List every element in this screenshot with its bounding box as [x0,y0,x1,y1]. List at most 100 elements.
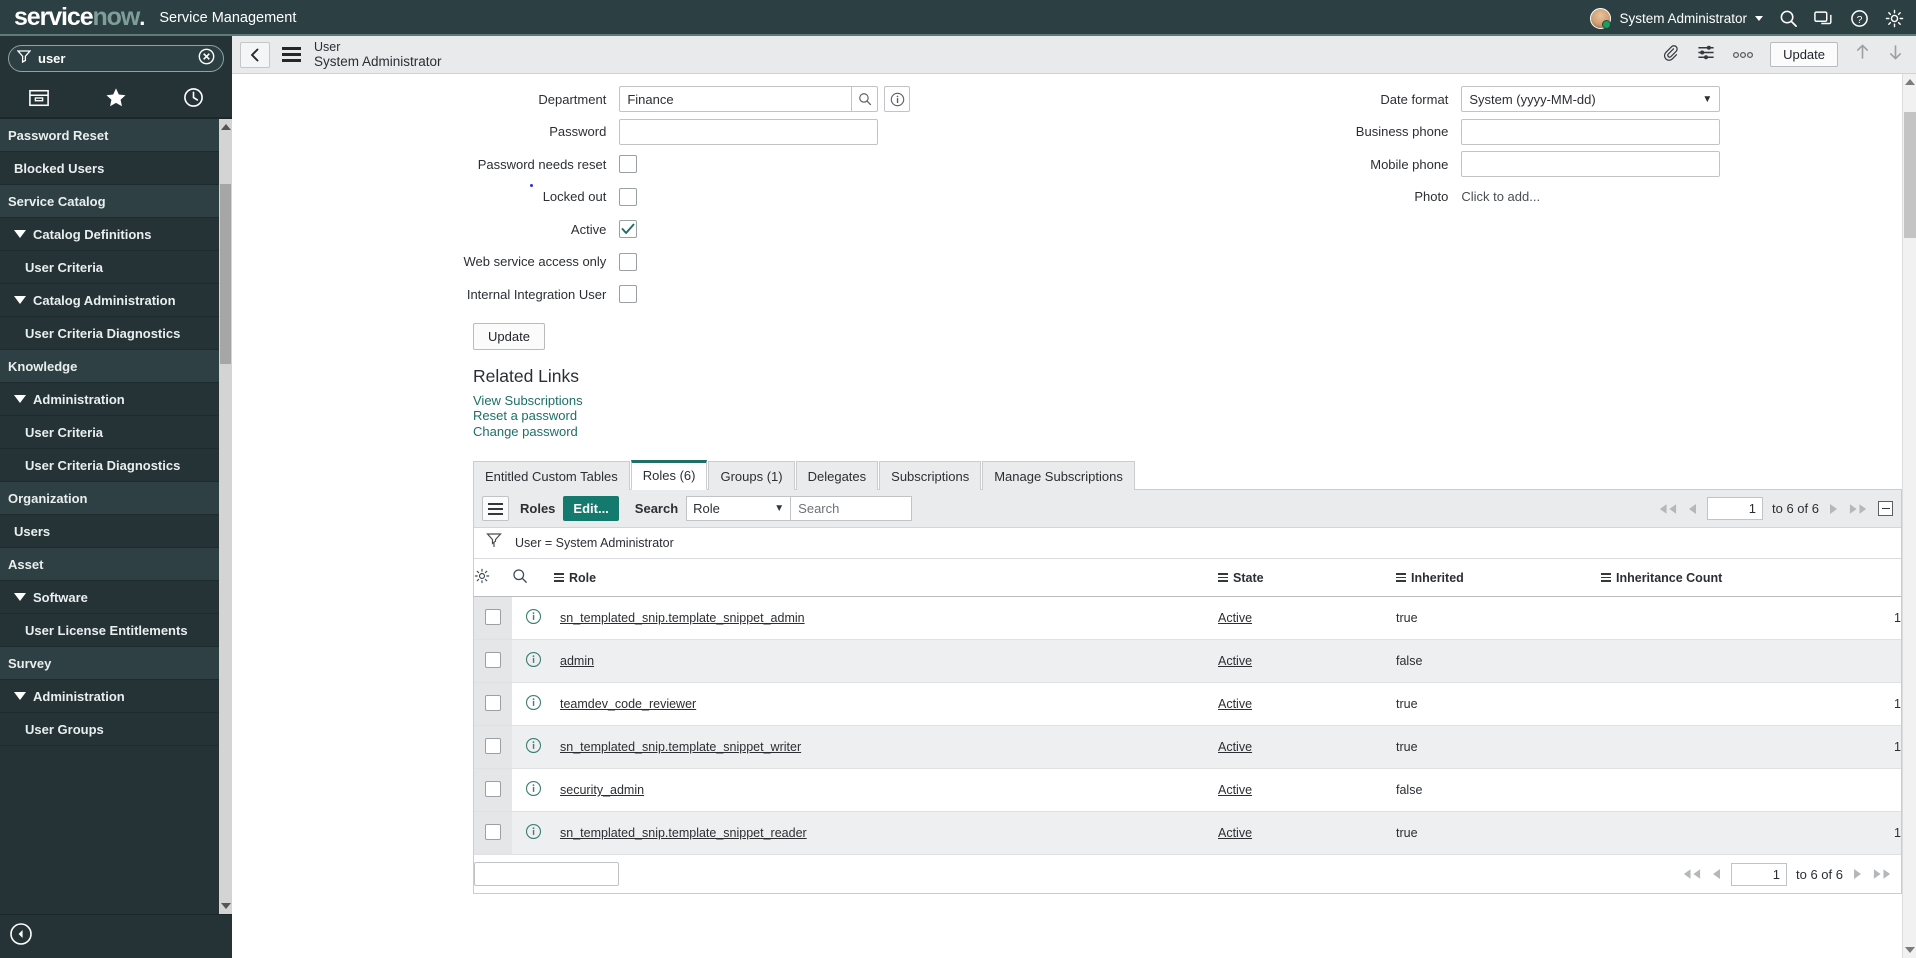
column-header-role[interactable]: Role [554,559,1218,597]
first-page-icon[interactable] [1657,503,1678,515]
prev-page-icon[interactable] [1711,868,1722,880]
row-checkbox[interactable] [485,608,501,625]
role-link[interactable]: security_admin [560,783,644,797]
sidebar-item-software[interactable]: Software [0,581,232,614]
field-checkbox-internal-integration-user[interactable] [619,285,638,304]
next-page-icon[interactable] [1828,503,1839,515]
table-row[interactable]: sn_templated_snip.template_snippet_write… [474,725,1901,769]
info-icon[interactable] [525,608,542,628]
row-checkbox[interactable] [485,737,501,754]
sidebar-item-service-catalog[interactable]: Service Catalog [0,185,232,218]
last-page-icon[interactable] [1872,868,1893,880]
field-input-department[interactable] [619,86,852,113]
column-header-inheritance-count[interactable]: Inheritance Count [1601,559,1901,597]
info-icon[interactable] [525,737,542,757]
collapse-icon[interactable] [1878,501,1893,516]
tab-delegates[interactable]: Delegates [795,461,879,490]
scroll-up-icon[interactable] [221,124,231,130]
column-menu-icon[interactable] [1601,572,1611,583]
row-checkbox[interactable] [485,651,501,668]
sidebar-item-administration[interactable]: Administration [0,680,232,713]
sidebar-item-asset[interactable]: Asset [0,548,232,581]
sidebar-item-user-criteria[interactable]: User Criteria [0,416,232,449]
tab-subscriptions[interactable]: Subscriptions [879,461,982,490]
sidebar-item-user-criteria[interactable]: User Criteria [0,251,232,284]
field-select-date-format[interactable]: System (yyyy-MM-dd) ▼ [1461,86,1721,113]
sidebar-scroll-thumb[interactable] [220,184,231,364]
field-checkbox-web-service-access-only[interactable] [619,252,638,271]
sidebar-item-catalog-administration[interactable]: Catalog Administration [0,284,232,317]
arrow-down-icon[interactable] [1887,42,1904,67]
info-icon[interactable] [525,694,542,714]
field-input-business-phone[interactable] [1461,118,1721,145]
sidebar-item-survey[interactable]: Survey [0,647,232,680]
row-checkbox[interactable] [485,780,501,797]
add-role-input[interactable] [474,862,619,886]
next-page-icon[interactable] [1852,868,1863,880]
tab-history[interactable] [155,78,232,117]
tab-groups-1[interactable]: Groups (1) [708,461,795,490]
related-link-change-password[interactable]: Change password [473,424,1916,440]
sidebar-item-catalog-definitions[interactable]: Catalog Definitions [0,218,232,251]
table-row[interactable]: admin Active false [474,639,1901,683]
role-link[interactable]: sn_templated_snip.template_snippet_admin [560,611,805,625]
main-scrollbar[interactable] [1902,74,1916,958]
scroll-down-icon[interactable] [1905,947,1915,953]
ellipsis-icon[interactable] [1732,46,1754,64]
sidebar-item-users[interactable]: Users [0,515,232,548]
update-button-form[interactable]: Update [473,322,545,350]
edit-button[interactable]: Edit... [563,496,619,521]
sidebar-item-user-criteria-diagnostics[interactable]: User Criteria Diagnostics [0,449,232,482]
sidebar-item-administration[interactable]: Administration [0,383,232,416]
page-number-input-bottom[interactable] [1731,862,1788,886]
navigator-filter[interactable]: user [8,45,224,72]
role-link[interactable]: teamdev_code_reviewer [560,697,696,711]
sidebar-item-user-criteria-diagnostics[interactable]: User Criteria Diagnostics [0,317,232,350]
funnel-icon[interactable] [486,532,502,554]
main-scroll-thumb[interactable] [1904,112,1916,238]
reference-info-icon[interactable] [884,86,911,113]
sidebar-item-knowledge[interactable]: Knowledge [0,350,232,383]
sidebar-scrollbar[interactable] [219,119,232,914]
prev-page-icon[interactable] [1687,503,1698,515]
scroll-up-icon[interactable] [1905,79,1915,85]
search-field-select[interactable]: Role ▼ [686,496,791,521]
user-menu[interactable]: System Administrator [1590,7,1763,29]
row-checkbox[interactable] [485,823,501,840]
help-icon[interactable]: ? [1850,9,1869,28]
table-row[interactable]: security_admin Active false [474,768,1901,812]
sidebar-item-organization[interactable]: Organization [0,482,232,515]
column-header-state[interactable]: State [1218,559,1396,597]
role-link[interactable]: sn_templated_snip.template_snippet_write… [560,740,801,754]
arrow-up-icon[interactable] [1854,42,1871,67]
table-row[interactable]: teamdev_code_reviewer Active true 1 [474,682,1901,726]
tab-favorites[interactable] [77,78,154,117]
role-link[interactable]: sn_templated_snip.template_snippet_reade… [560,826,807,840]
search-input[interactable] [790,496,913,521]
state-link[interactable]: Active [1218,611,1252,625]
sidebar-item-user-groups[interactable]: User Groups [0,713,232,746]
avatar[interactable] [1590,7,1612,29]
field-input-password[interactable] [619,118,879,145]
hamburger-icon[interactable] [282,47,301,62]
gear-icon[interactable] [1885,9,1904,28]
sliders-icon[interactable] [1696,43,1716,67]
paperclip-icon[interactable] [1661,43,1680,67]
first-page-icon[interactable] [1681,868,1702,880]
info-icon[interactable] [525,780,542,800]
state-link[interactable]: Active [1218,740,1252,754]
clear-filter-icon[interactable] [198,48,215,70]
state-link[interactable]: Active [1218,783,1252,797]
field-input-mobile-phone[interactable] [1461,151,1721,178]
column-menu-icon[interactable] [1218,572,1228,583]
collapse-navigator-icon[interactable] [9,922,33,951]
tab-manage-subscriptions[interactable]: Manage Subscriptions [982,461,1135,490]
table-row[interactable]: sn_templated_snip.template_snippet_admin… [474,596,1901,640]
tab-roles-6[interactable]: Roles (6) [630,460,708,490]
field-checkbox-locked-out[interactable] [619,187,638,206]
info-icon[interactable] [525,823,542,843]
list-menu-icon[interactable] [482,496,509,521]
tab-entitled-custom-tables[interactable]: Entitled Custom Tables [473,461,630,490]
info-icon[interactable] [525,651,542,671]
field-checkbox-password-needs-reset[interactable] [619,155,638,174]
